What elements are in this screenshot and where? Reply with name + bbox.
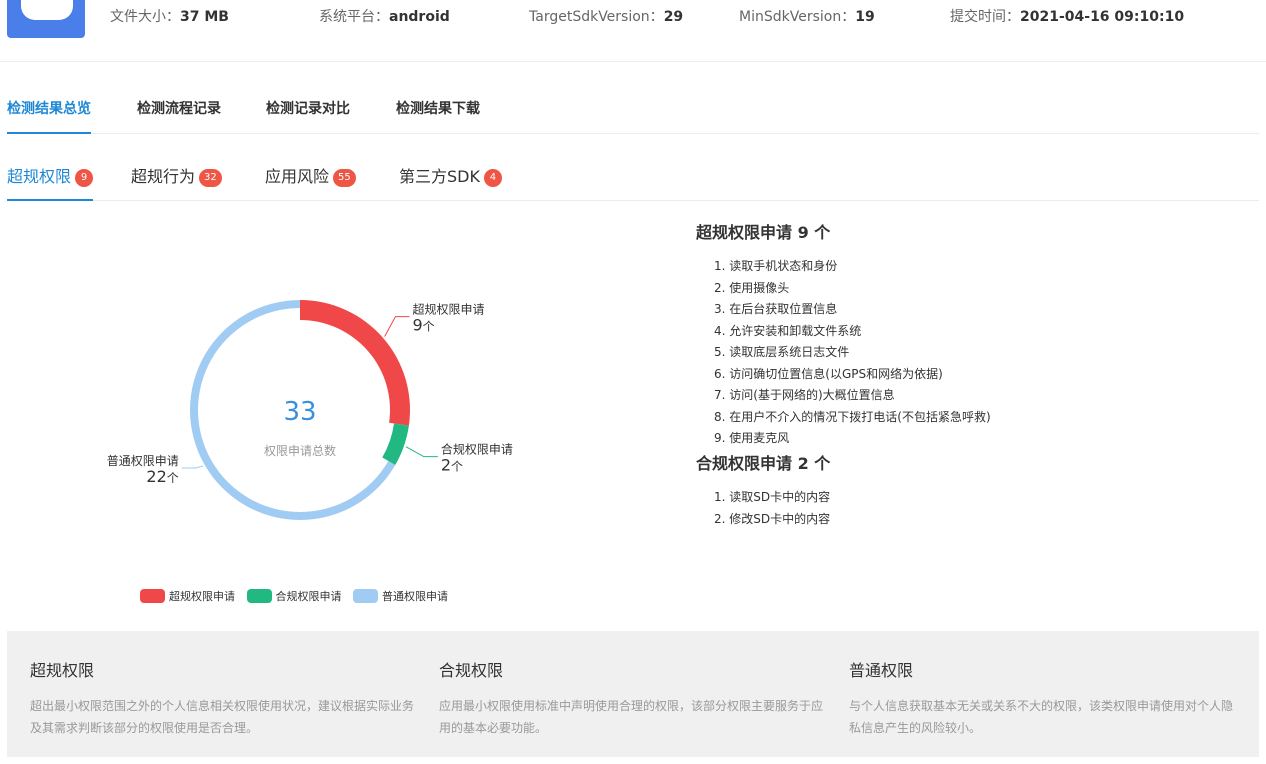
app-info-header: 文件大小：37 MB 系统平台：android TargetSdkVersion… (0, 0, 1266, 62)
list-title: 超规权限申请 9 个 (696, 223, 831, 242)
excess-permission-list: 超规权限申请 9 个 1. 读取手机状态和身份 2. 使用摄像头 3. 在后台获… (696, 219, 1216, 450)
list-item: 8. 在用户不介入的情况下拨打电话(不包括紧急呼救) (714, 409, 991, 424)
desc-text: 超出最小权限范围之外的个人信息相关权限使用状况，建议根据实际业务及其需求判断该部… (30, 699, 415, 735)
slice-value: 2个 (441, 456, 463, 475)
tab-record-compare[interactable]: 检测记录对比 (266, 98, 350, 134)
chart-legend: 超规权限申请 合规权限申请 普通权限申请 (140, 588, 456, 604)
permission-description-panel: 超规权限 超出最小权限范围之外的个人信息相关权限使用状况，建议根据实际业务及其需… (7, 631, 1259, 757)
list-item: 2. 修改SD卡中的内容 (714, 511, 831, 526)
list-item: 2. 使用摄像头 (714, 280, 790, 295)
target-sdk-version: TargetSdkVersion：29 (529, 9, 684, 25)
label-leader-line (181, 465, 204, 469)
count-badge: 32 (199, 169, 222, 187)
desc-compliant: 合规权限 应用最小权限使用标准中声明使用合理的权限，该部分权限主要服务于应用的基… (439, 657, 829, 739)
system-platform: 系统平台：android (319, 9, 450, 25)
slice-label: 合规权限申请 (441, 442, 513, 457)
label-leader-line (405, 446, 438, 458)
donut-slice[interactable] (382, 423, 409, 465)
subtab-excess-permission[interactable]: 超规权限 9 (7, 163, 94, 201)
list-item: 3. 在后台获取位置信息 (714, 302, 838, 316)
donut-svg: 超规权限申请9个合规权限申请2个 普通权限申请22个 33 权限申请总数 (107, 300, 513, 520)
list-item: 7. 访问(基于网络的)大概位置信息 (714, 388, 895, 402)
legend-item-normal[interactable]: 普通权限申请 (353, 588, 448, 604)
compliant-permission-list: 合规权限申请 2 个 1. 读取SD卡中的内容 2. 修改SD卡中的内容 (696, 450, 1216, 530)
legend-swatch (353, 589, 378, 603)
legend-item-compliant[interactable]: 合规权限申请 (246, 588, 342, 604)
count-badge: 9 (75, 169, 94, 187)
desc-text: 与个人信息获取基本无关或关系不大的权限，该类权限申请使用对个人隐私信息产生的风险… (849, 699, 1234, 735)
slice-value: 22个 (146, 467, 178, 486)
file-size: 文件大小：37 MB (110, 9, 229, 25)
desc-title: 合规权限 (439, 661, 504, 680)
subtab-excess-behavior[interactable]: 超规行为 32 (131, 163, 222, 201)
list-item: 9. 使用麦克风 (714, 431, 790, 445)
list-item: 1. 读取手机状态和身份 (714, 259, 838, 273)
desc-text: 应用最小权限使用标准中声明使用合理的权限，该部分权限主要服务于应用的基本必要功能… (439, 699, 824, 735)
desc-title: 普通权限 (849, 661, 914, 680)
slice-label: 超规权限申请 (412, 302, 484, 317)
slice-value: 9个 (412, 316, 434, 335)
legend-swatch (246, 589, 272, 603)
list-item: 4. 允许安装和卸载文件系统 (714, 323, 862, 338)
sub-tabs: 超规权限 9 超规行为 32 应用风险 55 第三方SDK 4 (7, 163, 1259, 201)
center-total-value: 33 (283, 397, 316, 427)
submit-time: 提交时间：2021-04-16 09:10:10 (950, 9, 1185, 25)
legend-item-excess[interactable]: 超规权限申请 (140, 588, 235, 604)
list-item: 1. 读取SD卡中的内容 (714, 490, 831, 504)
count-badge: 55 (333, 169, 356, 187)
tab-overview[interactable]: 检测结果总览 (7, 98, 91, 134)
min-sdk-version: MinSdkVersion：19 (739, 9, 875, 25)
desc-title: 超规权限 (30, 661, 95, 680)
legend-swatch (140, 589, 165, 603)
tab-process-record[interactable]: 检测流程记录 (137, 98, 221, 134)
tab-result-download[interactable]: 检测结果下载 (396, 98, 480, 134)
list-item: 6. 访问确切位置信息(以GPS和网络为依据) (714, 366, 943, 381)
subtab-third-party-sdk[interactable]: 第三方SDK 4 (399, 163, 502, 201)
slice-label: 普通权限申请 (107, 454, 179, 468)
app-icon (7, 0, 85, 38)
desc-normal: 普通权限 与个人信息获取基本无关或关系不大的权限，该类权限申请使用对个人隐私信息… (849, 657, 1239, 739)
center-total-label: 权限申请总数 (264, 443, 336, 458)
cloud-icon (21, 0, 73, 20)
permission-donut-chart: 超规权限申请 9个 合规权限申请 2个 普通权限申请 22个 33 权限申请总数 (80, 220, 600, 620)
list-title: 合规权限申请 2 个 (696, 454, 831, 473)
list-item: 5. 读取底层系统日志文件 (714, 345, 850, 359)
desc-excess: 超规权限 超出最小权限范围之外的个人信息相关权限使用状况，建议根据实际业务及其需… (30, 657, 420, 739)
main-tabs: 检测结果总览 检测流程记录 检测记录对比 检测结果下载 (7, 98, 1259, 134)
subtab-app-risk[interactable]: 应用风险 55 (265, 163, 356, 201)
count-badge: 4 (483, 169, 502, 187)
label-leader-line (384, 316, 410, 337)
